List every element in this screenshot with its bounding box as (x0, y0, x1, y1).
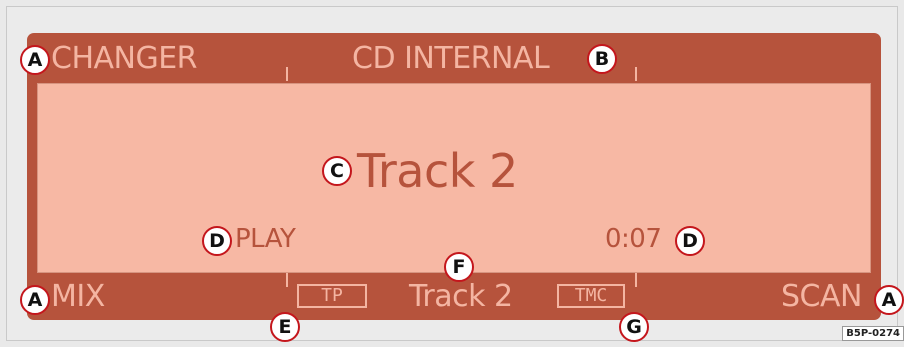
tp-indicator: TP (297, 284, 367, 308)
callout-d-left: D (202, 226, 232, 256)
callout-c: C (322, 156, 352, 186)
elapsed-time: 0:07 (605, 224, 662, 254)
lcd-screen: Track 2 PLAY 0:07 (37, 83, 871, 273)
callout-b: B (587, 44, 617, 74)
tmc-indicator: TMC (557, 284, 625, 308)
top-divider-left (286, 67, 288, 81)
callout-f: F (444, 252, 474, 282)
mix-label[interactable]: MIX (51, 279, 105, 315)
play-status: PLAY (235, 224, 296, 254)
callout-a-bottom-left: A (20, 285, 50, 315)
callout-g: G (619, 312, 649, 342)
callout-a-top-left: A (20, 45, 50, 75)
scan-label[interactable]: SCAN (781, 279, 862, 315)
top-divider-right (635, 67, 637, 81)
changer-label[interactable]: CHANGER (51, 41, 198, 77)
callout-d-right: D (675, 226, 705, 256)
bottom-divider-right (635, 273, 637, 287)
cd-internal-label[interactable]: CD INTERNAL (352, 41, 550, 77)
bottom-divider-left (286, 273, 288, 287)
bottom-track-label: Track 2 (409, 279, 513, 314)
callout-e: E (270, 312, 300, 342)
figure-code: B5P-0274 (842, 326, 904, 341)
callout-a-bottom-right: A (874, 285, 904, 315)
track-title: Track 2 (357, 144, 518, 198)
